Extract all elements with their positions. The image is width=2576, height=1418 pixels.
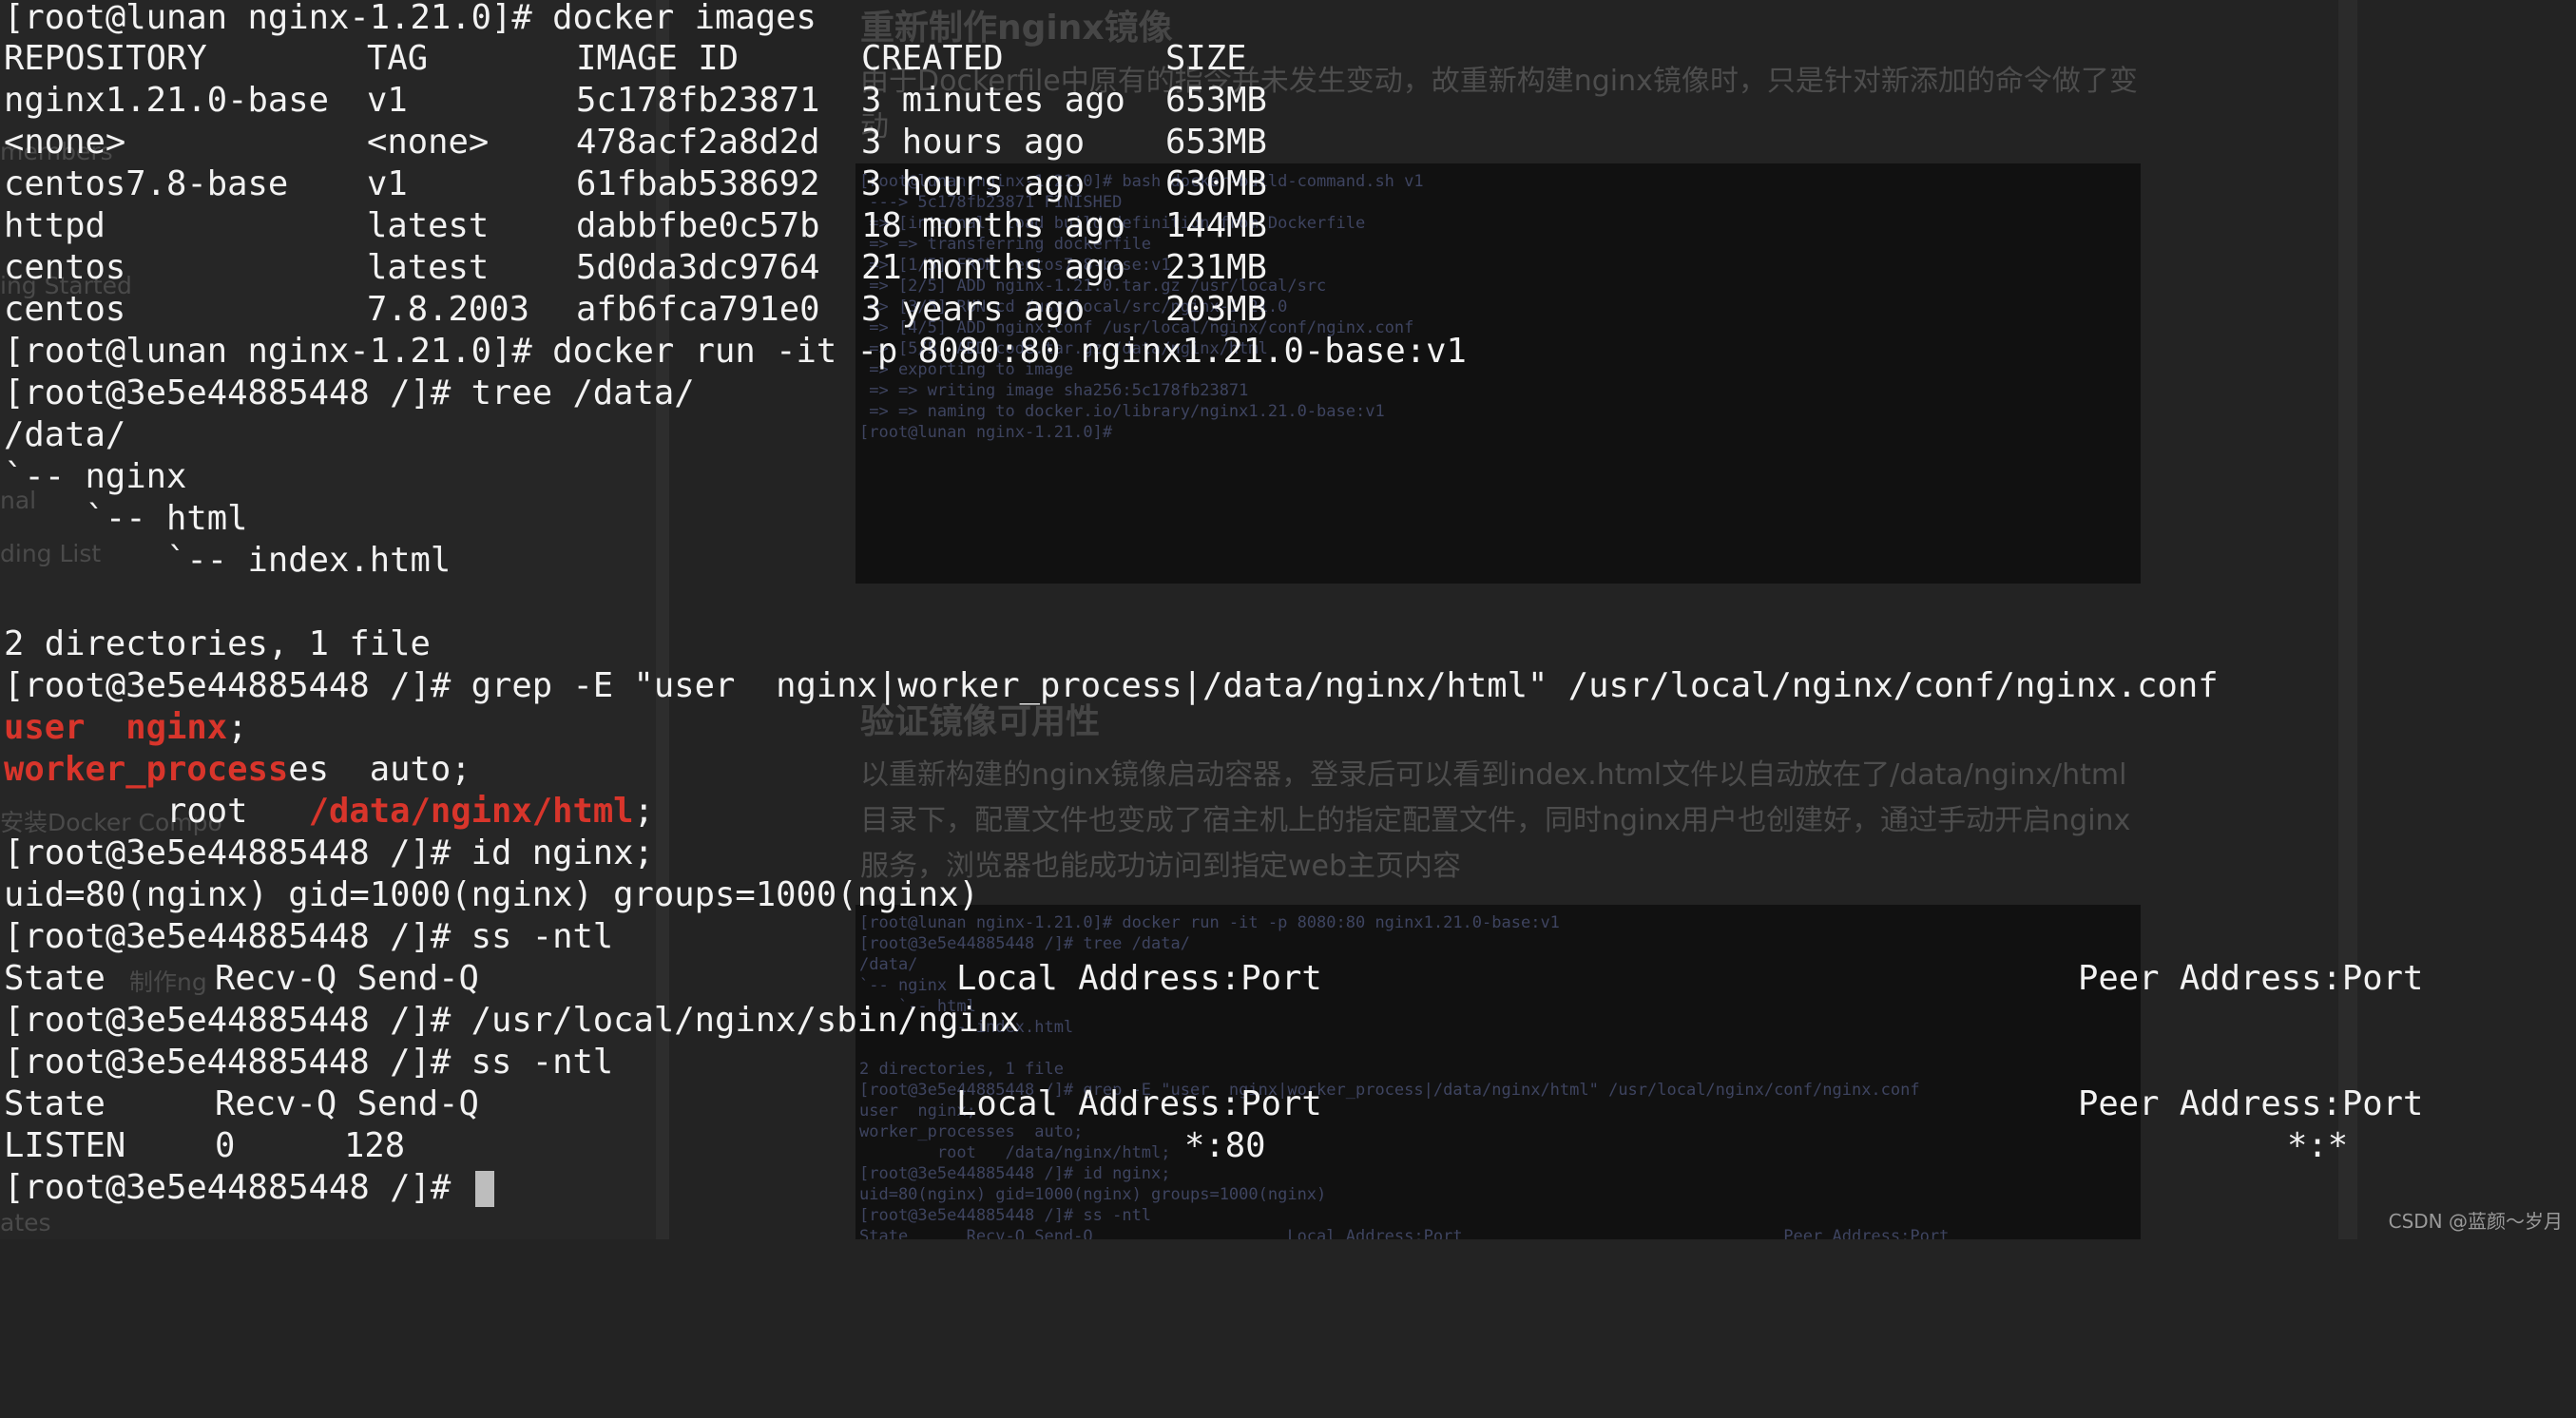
ss-recvq: 0 <box>215 1126 236 1165</box>
image-tag: latest <box>367 248 490 287</box>
ss-header-queues: Recv-Q Send-Q <box>215 959 479 998</box>
ss-header-peer: Peer Address:Port <box>2078 959 2424 998</box>
table-row: centos latest 5d0da3dc9764 21 months ago… <box>4 247 1267 289</box>
ss-peer-address: *:* <box>2287 1126 2349 1165</box>
image-repository: centos7.8-base <box>4 164 289 203</box>
image-id: 478acf2a8d2d <box>576 123 820 162</box>
grep-match: user nginx <box>4 708 228 747</box>
ss-header-peer: Peer Address:Port <box>2078 1084 2424 1123</box>
image-repository: httpd <box>4 206 106 245</box>
image-created: 18 months ago <box>861 206 1125 245</box>
table-row: nginx1.21.0-base v1 5c178fb23871 3 minut… <box>4 80 1267 122</box>
image-size: 653MB <box>1165 81 1267 120</box>
grep-output-text: ; <box>227 708 248 747</box>
watermark: CSDN @蓝颜～岁月 <box>2388 1210 2563 1233</box>
column-header-tag: TAG <box>367 39 429 78</box>
image-created: 3 hours ago <box>861 164 1086 203</box>
tree-summary: 2 directories, 1 file <box>4 624 431 663</box>
terminal-input-line[interactable]: [root@3e5e44885448 /]# <box>4 1167 494 1209</box>
ss-local-address: *:80 <box>1184 1126 1266 1165</box>
table-row: <none> <none> 478acf2a8d2d 3 hours ago 6… <box>4 122 1267 163</box>
image-id: 5c178fb23871 <box>576 81 820 120</box>
column-header-image-id: IMAGE ID <box>576 39 739 78</box>
ss-header-local: Local Address:Port <box>956 1084 1322 1123</box>
grep-match: /data/nginx/html <box>308 792 634 831</box>
image-size: 144MB <box>1165 206 1267 245</box>
ss-header-local: Local Address:Port <box>956 959 1322 998</box>
id-output: uid=80(nginx) gid=1000(nginx) groups=100… <box>4 875 979 914</box>
terminal-command-line: [root@3e5e44885448 /]# tree /data/ <box>4 374 695 412</box>
tree-output-line: `-- html <box>4 499 248 538</box>
grep-output-text: ; <box>633 792 654 831</box>
column-header-size: SIZE <box>1165 39 1247 78</box>
ss-header-queues: Recv-Q Send-Q <box>215 1084 479 1123</box>
terminal-prompt: [root@3e5e44885448 /]# <box>4 1168 471 1207</box>
image-id: dabbfbe0c57b <box>576 206 820 245</box>
image-size: 203MB <box>1165 290 1267 329</box>
terminal-command-line: [root@3e5e44885448 /]# grep -E "user ngi… <box>4 666 2219 705</box>
grep-output-line: user nginx; <box>4 707 247 749</box>
image-tag: <none> <box>367 123 490 162</box>
terminal-command-line: [root@lunan nginx-1.21.0]# docker images <box>4 0 817 37</box>
column-header-repository: REPOSITORY <box>4 39 207 78</box>
terminal-command-line: [root@lunan nginx-1.21.0]# docker run -i… <box>4 332 1467 371</box>
terminal-command-line: [root@3e5e44885448 /]# ss -ntl <box>4 1043 614 1082</box>
terminal-command-line: [root@3e5e44885448 /]# id nginx; <box>4 834 654 872</box>
image-repository: <none> <box>4 123 126 162</box>
tree-output-line: `-- index.html <box>4 541 452 580</box>
image-size: 231MB <box>1165 248 1267 287</box>
terminal-window[interactable]: [root@lunan nginx-1.21.0]# docker images… <box>0 0 2576 1239</box>
ss-header-state: State <box>4 1084 106 1123</box>
grep-output-text: root <box>4 792 309 831</box>
table-row: httpd latest dabbfbe0c57b 18 months ago … <box>4 205 1267 247</box>
terminal-cursor <box>474 1171 494 1207</box>
table-row: centos 7.8.2003 afb6fca791e0 3 years ago… <box>4 289 1267 331</box>
column-header-created: CREATED <box>861 39 1004 78</box>
image-tag: v1 <box>367 81 408 120</box>
grep-match: worker_process <box>4 750 289 789</box>
image-created: 3 hours ago <box>861 123 1086 162</box>
grep-output-line: worker_processes auto; <box>4 749 471 791</box>
ss-listen-row: LISTEN 0 128 *:80 *:* <box>4 1125 2348 1167</box>
ss-header: State Recv-Q Send-Q Local Address:Port P… <box>4 958 2423 1000</box>
ss-state: LISTEN <box>4 1126 126 1165</box>
ss-sendq: 128 <box>344 1126 406 1165</box>
image-created: 3 years ago <box>861 290 1086 329</box>
grep-output-text: es auto; <box>288 750 471 789</box>
image-size: 630MB <box>1165 164 1267 203</box>
image-repository: nginx1.21.0-base <box>4 81 329 120</box>
images-table-header: REPOSITORY TAG IMAGE ID CREATED SIZE <box>4 38 1247 80</box>
image-id: 61fbab538692 <box>576 164 820 203</box>
tree-output-line: `-- nginx <box>4 457 187 496</box>
ss-header-state: State <box>4 959 106 998</box>
table-row: centos7.8-base v1 61fbab538692 3 hours a… <box>4 163 1267 205</box>
terminal-command-line: [root@3e5e44885448 /]# ss -ntl <box>4 917 614 956</box>
image-repository: centos <box>4 248 126 287</box>
image-tag: 7.8.2003 <box>367 290 529 329</box>
image-repository: centos <box>4 290 126 329</box>
image-id: 5d0da3dc9764 <box>576 248 820 287</box>
terminal-command-line: [root@3e5e44885448 /]# /usr/local/nginx/… <box>4 1001 1020 1040</box>
image-tag: latest <box>367 206 490 245</box>
image-tag: v1 <box>367 164 408 203</box>
image-size: 653MB <box>1165 123 1267 162</box>
image-created: 21 months ago <box>861 248 1125 287</box>
image-created: 3 minutes ago <box>861 81 1125 120</box>
image-id: afb6fca791e0 <box>576 290 820 329</box>
ss-header: State Recv-Q Send-Q Local Address:Port P… <box>4 1083 2423 1125</box>
tree-output-line: /data/ <box>4 415 126 454</box>
grep-output-line: root /data/nginx/html; <box>4 791 654 833</box>
